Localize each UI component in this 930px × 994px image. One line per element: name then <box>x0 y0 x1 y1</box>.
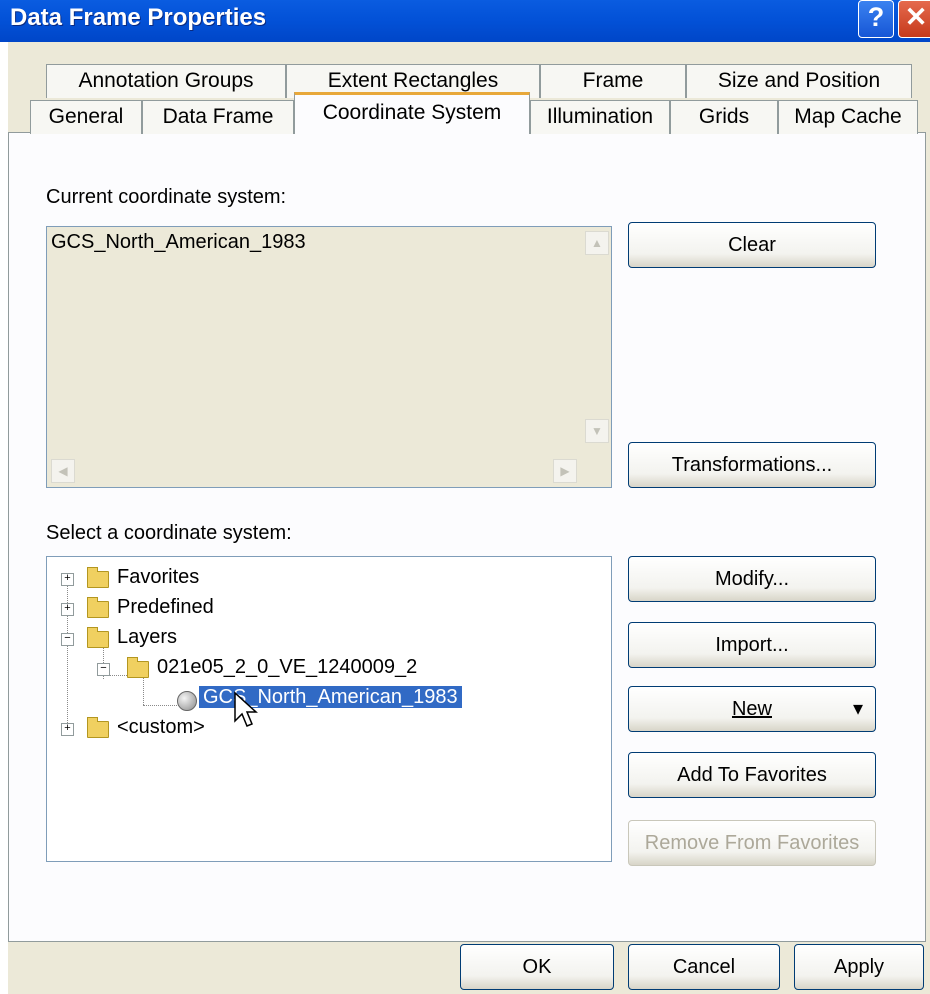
tree-item-label: Favorites <box>117 566 200 588</box>
title-bar[interactable]: Data Frame Properties ? ✕ <box>0 0 930 42</box>
tree-item-label: <custom> <box>117 716 205 738</box>
add-to-favorites-button[interactable]: Add To Favorites <box>628 752 876 798</box>
tree-line <box>143 705 179 706</box>
tab-annotation-groups[interactable]: Annotation Groups <box>46 64 286 98</box>
tree-item-label: Predefined <box>117 596 214 618</box>
expand-icon[interactable]: + <box>61 723 74 736</box>
new-button[interactable]: New ▾ <box>628 686 876 732</box>
expand-icon[interactable]: + <box>61 603 74 616</box>
tab-coordinate-system[interactable]: Coordinate System <box>294 92 530 134</box>
tree-item-label: Layers <box>117 626 178 648</box>
window-title: Data Frame Properties <box>10 4 267 31</box>
current-cs-value: GCS_North_American_1983 <box>51 231 306 253</box>
mouse-cursor-icon <box>234 691 258 727</box>
current-cs-label: Current coordinate system: <box>46 186 287 208</box>
new-button-label: New <box>731 698 772 720</box>
tab-size-and-position[interactable]: Size and Position <box>686 64 912 98</box>
cancel-button[interactable]: Cancel <box>628 944 780 990</box>
tab-frame[interactable]: Frame <box>540 64 686 98</box>
tree-item-layer-folder[interactable]: 021e05_2_0_VE_1240009_2 <box>157 653 417 681</box>
close-button[interactable]: ✕ <box>898 0 930 38</box>
tree-item-label: 021e05_2_0_VE_1240009_2 <box>157 656 418 678</box>
modify-button[interactable]: Modify... <box>628 556 876 602</box>
apply-button[interactable]: Apply <box>794 944 924 990</box>
tab-general[interactable]: General <box>30 100 142 134</box>
tab-map-cache[interactable]: Map Cache <box>778 100 918 134</box>
tree-item-layers[interactable]: Layers <box>117 623 177 651</box>
import-button[interactable]: Import... <box>628 622 876 668</box>
tab-data-frame[interactable]: Data Frame <box>142 100 294 134</box>
collapse-icon[interactable]: − <box>97 663 110 676</box>
transformations-button[interactable]: Transformations... <box>628 442 876 488</box>
folder-icon <box>87 597 109 618</box>
scroll-up-icon[interactable]: ▲ <box>585 231 609 255</box>
tree-item-predefined[interactable]: Predefined <box>117 593 214 621</box>
close-icon: ✕ <box>904 2 928 32</box>
dropdown-arrow-icon: ▾ <box>852 698 863 720</box>
tab-illumination[interactable]: Illumination <box>530 100 670 134</box>
tab-grids[interactable]: Grids <box>670 100 778 134</box>
folder-icon <box>127 657 149 678</box>
ok-button[interactable]: OK <box>460 944 614 990</box>
tree-item-favorites[interactable]: Favorites <box>117 563 199 591</box>
coordinate-system-tree[interactable]: + Favorites + Predefined − Layers − 021e… <box>46 556 612 862</box>
help-icon: ? <box>867 2 885 32</box>
tree-item-custom[interactable]: <custom> <box>117 713 205 741</box>
remove-from-favorites-button: Remove From Favorites <box>628 820 876 866</box>
clear-button[interactable]: Clear <box>628 222 876 268</box>
select-cs-label: Select a coordinate system: <box>46 522 292 544</box>
expand-icon[interactable]: + <box>61 573 74 586</box>
folder-icon <box>87 717 109 738</box>
current-cs-textbox[interactable]: GCS_North_American_1983 ▲ ▼ ◀ ▶ <box>46 226 612 488</box>
folder-icon <box>87 627 109 648</box>
scroll-right-icon[interactable]: ▶ <box>553 459 577 483</box>
scroll-down-icon[interactable]: ▼ <box>585 419 609 443</box>
help-button[interactable]: ? <box>858 0 894 38</box>
collapse-icon[interactable]: − <box>61 633 74 646</box>
globe-icon <box>177 691 197 711</box>
scroll-left-icon[interactable]: ◀ <box>51 459 75 483</box>
folder-icon <box>87 567 109 588</box>
